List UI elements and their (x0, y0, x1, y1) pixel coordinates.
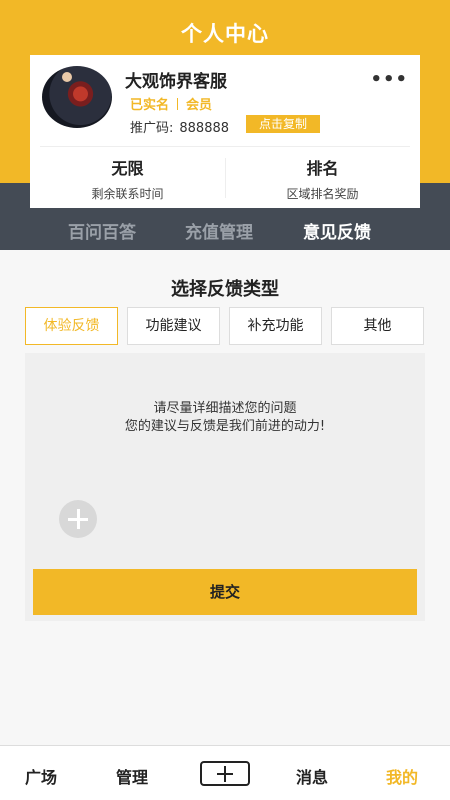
type-experience-button[interactable]: 体验反馈 (25, 307, 118, 345)
promo-code: 888888 (179, 121, 230, 136)
user-tags: 已实名 会员 (130, 94, 212, 113)
stat-value: 无限 (111, 159, 144, 178)
plus-icon[interactable] (200, 761, 250, 786)
tab-faq[interactable]: 百问百答 (68, 218, 136, 243)
user-name: 大观饰界客服 (125, 72, 227, 92)
stat-ranking[interactable]: 排名 区域排名奖励 (225, 155, 420, 202)
hint-line: 您的建议与反馈是我们前进的动力! (124, 419, 326, 434)
tab-feedback[interactable]: 意见反馈 (303, 218, 371, 243)
feedback-hint: 请尽量详细描述您的问题 您的建议与反馈是我们前进的动力! (25, 400, 425, 436)
feedback-textarea[interactable]: 请尽量详细描述您的问题 您的建议与反馈是我们前进的动力! 提交 (25, 353, 425, 621)
promo-label: 推广码: (130, 121, 174, 136)
tab-recharge[interactable]: 充值管理 (185, 218, 253, 243)
page-title: 个人中心 (181, 22, 269, 46)
copy-button[interactable]: 点击复制 (246, 115, 320, 133)
nav-manage[interactable]: 管理 (116, 764, 148, 788)
add-photo-icon[interactable] (59, 500, 97, 538)
card-divider (40, 146, 410, 147)
promo-code-row: 推广码: 888888 (130, 117, 229, 136)
verified-tag: 已实名 (130, 98, 170, 113)
more-dots-icon[interactable]: ••• (370, 69, 408, 90)
feedback-type-title: 选择反馈类型 (171, 279, 279, 300)
profile-card: 大观饰界客服 ••• 已实名 会员 推广码: 888888 点击复制 无限 剩余联系… (30, 55, 420, 208)
submit-button[interactable]: 提交 (33, 569, 417, 615)
tag-divider (177, 98, 179, 110)
type-suggestion-button[interactable]: 功能建议 (127, 307, 220, 345)
bottom-nav: 广场 管理 消息 我的 (0, 745, 450, 800)
type-other-button[interactable]: 其他 (331, 307, 424, 345)
stat-value: 排名 (306, 159, 339, 178)
stat-label: 区域排名奖励 (286, 187, 359, 201)
avatar[interactable] (42, 66, 112, 128)
stat-label: 剩余联系时间 (91, 187, 164, 201)
nav-mine[interactable]: 我的 (386, 764, 418, 788)
member-tag: 会员 (186, 98, 213, 113)
type-supplement-button[interactable]: 补充功能 (229, 307, 322, 345)
hint-line: 请尽量详细描述您的问题 (153, 401, 297, 416)
stat-contact-time[interactable]: 无限 剩余联系时间 (30, 155, 225, 202)
nav-messages[interactable]: 消息 (296, 764, 328, 788)
nav-square[interactable]: 广场 (25, 764, 57, 788)
tab-bar: 百问百答 充值管理 意见反馈 (0, 208, 450, 250)
